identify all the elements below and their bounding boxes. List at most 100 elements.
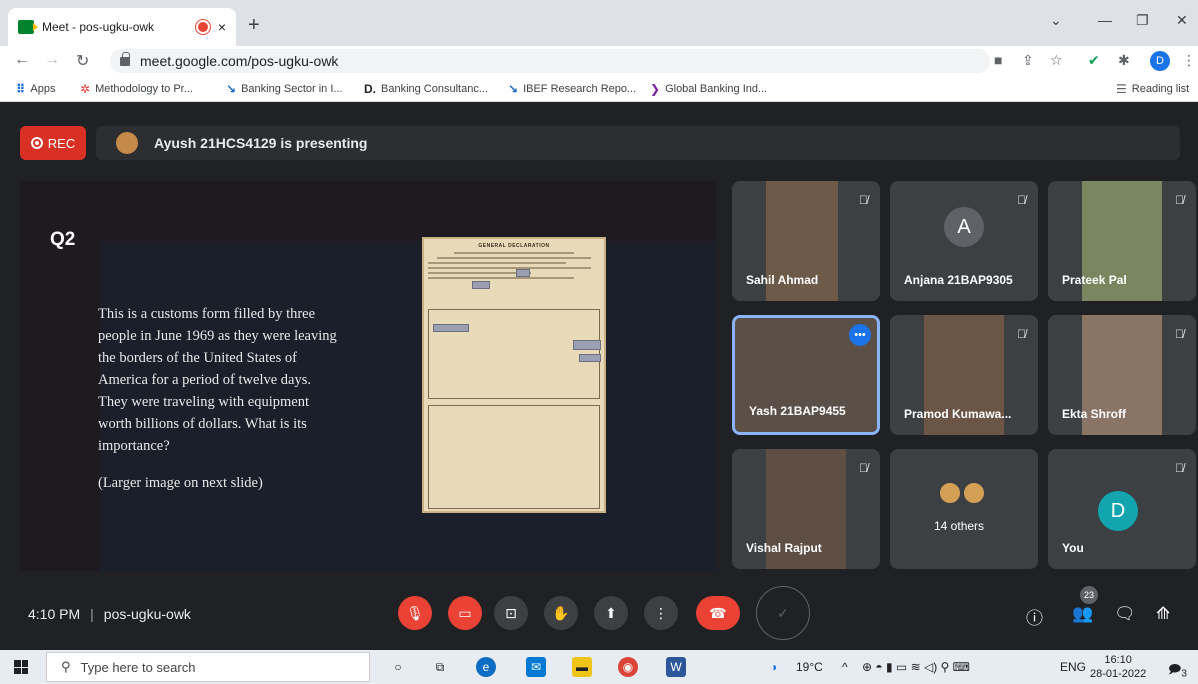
presenting-text: Ayush 21HCS4129 is presenting: [154, 135, 368, 151]
leave-call-button[interactable]: ☎: [696, 596, 740, 630]
word-icon[interactable]: W: [666, 657, 686, 677]
participant-avatar: A: [944, 207, 984, 247]
tab-search-icon[interactable]: ⌄: [1050, 12, 1062, 29]
people-count-badge: 23: [1080, 586, 1098, 604]
mic-off-icon: 🎙: [406, 604, 424, 621]
ibef-icon: ↘: [226, 82, 237, 96]
extensions-icon[interactable]: ✱: [1118, 52, 1130, 69]
presenting-banner: Ayush 21HCS4129 is presenting: [96, 126, 1180, 160]
windows-start-icon[interactable]: [14, 660, 28, 674]
meeting-code: pos-ugku-owk: [103, 606, 191, 622]
task-view-icon[interactable]: ⧉: [430, 657, 450, 677]
reading-list-button[interactable]: ☰ Reading list: [1116, 82, 1189, 96]
windows-taskbar: ⚲ Type here to search ○ ⧉ e ✉ ▬ ◉ W ◑ 19…: [0, 650, 1198, 684]
customs-form-image: GENERAL DECLARATION: [422, 237, 606, 513]
bookmark-methodology[interactable]: ✲ Methodology to Pr...: [80, 82, 193, 96]
mail-icon[interactable]: ✉: [526, 657, 546, 677]
browser-tab-meet[interactable]: Meet - pos-ugku-owk ×: [8, 8, 236, 46]
mic-off-icon: 🎙̸: [859, 193, 868, 207]
file-explorer-icon[interactable]: ▬: [572, 657, 592, 677]
check-icon: ✓: [777, 604, 789, 621]
bookmark-global-banking[interactable]: ❯ Global Banking Ind...: [650, 82, 767, 96]
lock-icon: [120, 51, 130, 66]
extension-check-button[interactable]: ✓: [756, 586, 810, 640]
back-icon[interactable]: ←: [14, 51, 30, 69]
self-tile[interactable]: D 🎙̸ You: [1048, 449, 1196, 569]
presentation-slide: Q2 This is a customs form filled by thre…: [20, 181, 716, 571]
url-field[interactable]: meet.google.com/pos-ugku-owk: [110, 49, 990, 73]
camera-toggle-button[interactable]: ▭: [448, 596, 482, 630]
people-icon[interactable]: 👥: [1072, 604, 1093, 624]
taskbar-clock[interactable]: 16:10 28-01-2022: [1090, 653, 1146, 681]
more-vert-icon: ⋮: [654, 604, 668, 621]
taskbar-search-field[interactable]: ⚲ Type here to search: [46, 652, 370, 682]
mic-off-icon: 🎙̸: [1175, 461, 1184, 475]
meet-window: REC Ayush 21HCS4129 is presenting Q2 Thi…: [0, 102, 1198, 650]
recording-indicator-icon: [197, 22, 208, 32]
present-now-button[interactable]: ⬆: [594, 596, 628, 630]
more-options-button[interactable]: ⋮: [644, 596, 678, 630]
profile-avatar[interactable]: D: [1150, 51, 1170, 71]
record-icon: [30, 137, 43, 149]
presenter-avatar: [116, 132, 138, 154]
bookmark-banking-sector[interactable]: ↘ Banking Sector in I...: [226, 82, 343, 96]
chrome-icon[interactable]: ◉: [618, 657, 638, 677]
camera-icon[interactable]: ■: [994, 52, 1002, 68]
edge-icon[interactable]: e: [476, 657, 496, 677]
slide-heading: Q2: [50, 229, 76, 250]
microphone-toggle-button[interactable]: 🎙: [398, 596, 432, 630]
participant-tile-speaking[interactable]: ••• Yash 21BAP9455: [732, 315, 880, 435]
d-icon: D.: [364, 82, 376, 96]
meeting-info-icon[interactable]: ⓘ: [1026, 604, 1043, 629]
apps-grid-icon: ⠿: [16, 82, 26, 96]
check-extension-icon[interactable]: ✔: [1088, 52, 1100, 69]
reload-icon[interactable]: ↻: [76, 51, 89, 71]
raise-hand-button[interactable]: ✋: [544, 596, 578, 630]
participant-tile[interactable]: 🎙̸ Sahil Ahmad: [732, 181, 880, 301]
browser-tab-strip: Meet - pos-ugku-owk × + ⌄ — ❐ ✕: [0, 0, 1198, 46]
notifications-icon[interactable]: 🗩3: [1168, 660, 1187, 681]
participant-tile[interactable]: 🎙̸ Ekta Shroff: [1048, 315, 1196, 435]
participant-avatar: [938, 481, 962, 505]
mic-off-icon: 🎙̸: [1017, 193, 1026, 207]
methodology-icon: ✲: [80, 82, 91, 96]
close-window-button[interactable]: ✕: [1176, 12, 1188, 29]
restore-button[interactable]: ❐: [1136, 12, 1149, 29]
others-tile[interactable]: 14 others: [890, 449, 1038, 569]
recording-badge[interactable]: REC: [20, 126, 86, 160]
minimize-button[interactable]: —: [1098, 12, 1112, 28]
cortana-icon[interactable]: ○: [388, 657, 408, 677]
show-hidden-icons[interactable]: ^: [842, 660, 848, 674]
forward-icon[interactable]: →: [44, 51, 60, 69]
slide-body-text: This is a customs form filled by three p…: [98, 306, 337, 454]
temperature[interactable]: 19°C: [796, 660, 823, 674]
input-language[interactable]: ENG: [1060, 660, 1086, 674]
tab-close-icon[interactable]: ×: [218, 19, 226, 35]
participant-tile[interactable]: 🎙̸ Pramod Kumawa...: [890, 315, 1038, 435]
self-avatar: D: [1098, 491, 1138, 531]
chat-icon[interactable]: 🗨: [1114, 604, 1136, 624]
captions-button[interactable]: ⊡: [494, 596, 528, 630]
bookmark-banking-consultancy[interactable]: D. Banking Consultanc...: [364, 82, 488, 96]
bookmark-ibef-research[interactable]: ↘ IBEF Research Repo...: [508, 82, 636, 96]
mic-off-icon: 🎙̸: [1175, 193, 1184, 207]
mic-off-icon: 🎙̸: [1017, 327, 1026, 341]
bookmark-star-icon[interactable]: ☆: [1050, 52, 1063, 69]
weather-icon[interactable]: ◑: [770, 660, 777, 674]
bookmark-apps[interactable]: ⠿ Apps: [16, 82, 55, 96]
participant-tile[interactable]: 🎙̸ Vishal Rajput: [732, 449, 880, 569]
browser-menu-icon[interactable]: ⋮: [1182, 52, 1196, 69]
document-table: [428, 309, 601, 399]
document-title: GENERAL DECLARATION: [478, 243, 550, 249]
participant-tile[interactable]: A 🎙̸ Anjana 21BAP9305: [890, 181, 1038, 301]
captions-icon: ⊡: [505, 604, 517, 621]
share-icon[interactable]: ⇪: [1022, 52, 1034, 69]
more-options-icon[interactable]: •••: [849, 324, 871, 346]
new-tab-button[interactable]: +: [248, 14, 260, 37]
activities-icon[interactable]: ⟰: [1156, 604, 1170, 624]
participant-tile[interactable]: 🎙̸ Prateek Pal: [1048, 181, 1196, 301]
present-icon: ⬆: [605, 604, 617, 621]
slide-note: (Larger image on next slide): [98, 475, 263, 491]
tray-icons[interactable]: ⊕ ◓ ▮ ▭ ≋ ◁) ⚲ ⌨: [862, 660, 970, 674]
meet-top-bar: REC Ayush 21HCS4129 is presenting: [20, 126, 1180, 160]
